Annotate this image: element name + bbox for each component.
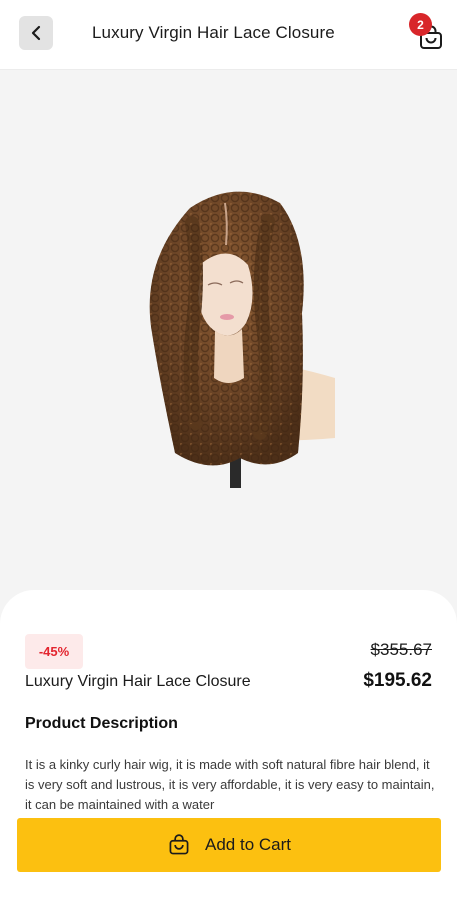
add-to-cart-label: Add to Cart [205,835,291,854]
product-name: Luxury Virgin Hair Lace Closure [25,673,251,690]
back-button[interactable] [19,16,53,50]
discount-badge: -45% [25,634,83,669]
original-price: $355.67 [370,640,432,659]
description-heading: Product Description [25,715,178,732]
product-detail-screen: Luxury Virgin Hair Lace Closure 2 -45% $… [0,0,457,900]
app-header: Luxury Virgin Hair Lace Closure 2 [0,0,457,70]
current-price: $195.62 [363,670,432,691]
page-title: Luxury Virgin Hair Lace Closure [92,23,335,42]
cart-count-badge: 2 [409,13,432,36]
shopping-bag-icon [169,834,189,855]
add-to-cart-button[interactable]: Add to Cart [17,818,441,872]
product-image [149,191,335,488]
product-image-area [0,71,457,611]
description-text: It is a kinky curly hair wig, it is made… [25,757,435,812]
chevron-left-icon [31,25,41,41]
